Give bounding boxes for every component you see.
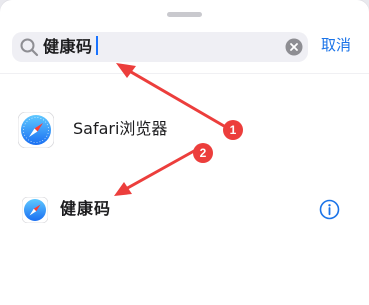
text-caret <box>95 36 98 55</box>
result-label: 健康码 <box>60 199 112 218</box>
sheet-grabber[interactable] <box>167 12 202 17</box>
info-icon[interactable] <box>319 199 340 220</box>
divider <box>0 73 369 74</box>
cancel-button[interactable]: 取消 <box>321 34 351 56</box>
annotation-badge-2: 2 <box>193 143 213 163</box>
safari-icon <box>22 197 48 223</box>
search-bar[interactable]: 健康码 <box>12 32 308 62</box>
search-icon <box>20 38 39 57</box>
search-input[interactable]: 健康码 <box>43 35 98 59</box>
search-query-text: 健康码 <box>43 37 93 56</box>
result-row-safari[interactable]: Safari浏览器 <box>0 108 369 154</box>
annotation-badge-1: 1 <box>223 120 243 140</box>
clear-icon[interactable] <box>285 38 303 56</box>
safari-icon <box>18 112 54 148</box>
result-label: Safari浏览器 <box>73 119 168 138</box>
search-sheet: 健康码 取消 Safari浏览器 健康码 <box>0 0 369 305</box>
result-row-health-code[interactable]: 健康码 <box>0 192 369 226</box>
